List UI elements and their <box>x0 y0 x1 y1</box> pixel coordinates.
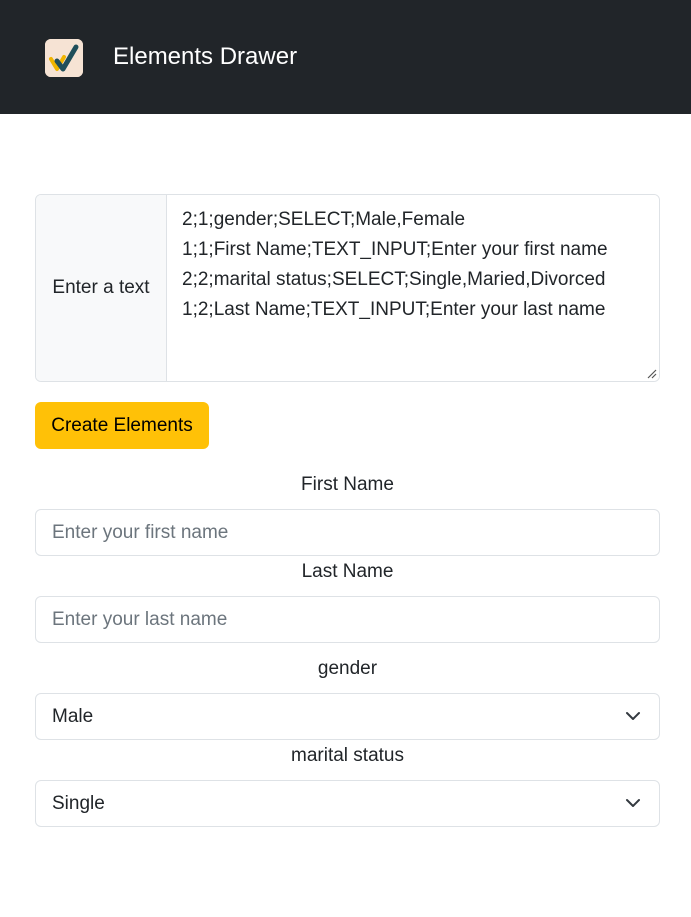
first-name-placeholder: Enter your first name <box>52 522 229 543</box>
create-elements-button[interactable]: Create Elements <box>35 402 209 449</box>
marital-status-selected-value: Single <box>52 793 105 814</box>
definition-textarea[interactable]: 2;1;gender;SELECT;Male,Female 1;1;First … <box>167 195 659 381</box>
resize-grip-icon[interactable] <box>646 368 657 379</box>
last-name-label: Last Name <box>301 561 394 582</box>
chevron-down-icon <box>626 799 640 807</box>
navbar: Elements Drawer <box>0 0 691 114</box>
first-name-input[interactable]: Enter your first name <box>35 509 660 556</box>
app-title[interactable]: Elements Drawer <box>113 42 297 72</box>
gender-selected-value: Male <box>52 706 94 727</box>
textarea-line: 1;2;Last Name;TEXT_INPUT;Enter your last… <box>182 299 606 320</box>
marital-status-label: marital status <box>291 745 404 766</box>
gender-select[interactable]: Male <box>35 693 660 740</box>
marital-status-select[interactable]: Single <box>35 780 660 827</box>
checkmark-logo-icon[interactable] <box>45 39 83 77</box>
definition-input-group: Enter a text 2;1;gender;SELECT;Male,Fema… <box>35 194 660 382</box>
textarea-line: 2;2;marital status;SELECT;Single,Maried,… <box>182 269 606 290</box>
gender-label: gender <box>317 658 378 679</box>
textarea-line: 1;1;First Name;TEXT_INPUT;Enter your fir… <box>182 239 608 260</box>
textarea-label: Enter a text <box>36 195 167 381</box>
textarea-line: 2;1;gender;SELECT;Male,Female <box>182 209 466 230</box>
first-name-label: First Name <box>301 474 394 495</box>
last-name-input[interactable]: Enter your last name <box>35 596 660 643</box>
last-name-placeholder: Enter your last name <box>52 609 228 630</box>
chevron-down-icon <box>626 712 640 720</box>
